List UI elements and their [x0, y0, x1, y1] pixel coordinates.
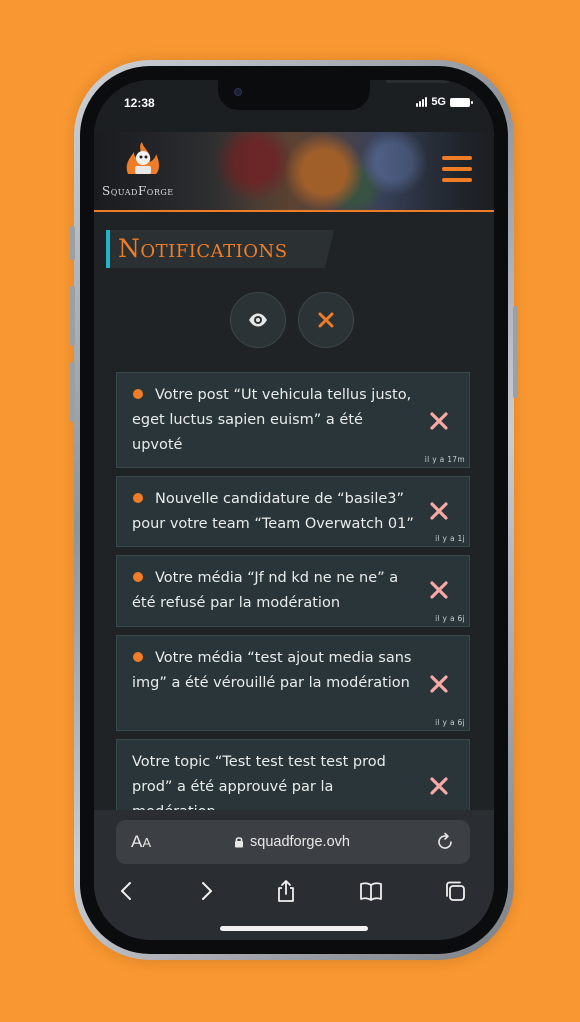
notification-message: Votre média “test ajout media sans img” …: [132, 650, 412, 691]
signal-icon: [416, 97, 428, 107]
menu-bar-icon: [442, 156, 472, 160]
eye-icon: [249, 313, 267, 327]
squadforge-logo-icon[interactable]: [122, 140, 164, 178]
front-camera: [234, 88, 242, 96]
back-icon[interactable]: [114, 878, 140, 904]
notch: [218, 80, 450, 110]
volume-down-button: [70, 362, 75, 422]
url-text: squadforge.ovh: [250, 834, 350, 850]
notification-card[interactable]: Votre topic “Test test test test prod pr…: [116, 739, 470, 810]
speaker: [386, 80, 450, 83]
menu-bar-icon: [442, 178, 472, 182]
notification-card[interactable]: Nouvelle candidature de “basile3” pour v…: [116, 476, 470, 547]
dismiss-notification-icon[interactable]: [427, 499, 451, 523]
notification-time: il y a 6j: [435, 614, 465, 623]
notification-card[interactable]: Votre média “Jf nd kd ne ne ne” a été re…: [116, 555, 470, 627]
clear-all-button[interactable]: [298, 292, 354, 348]
mark-all-read-button[interactable]: [230, 292, 286, 348]
hamburger-menu-button[interactable]: [442, 156, 472, 182]
unread-dot: [133, 572, 143, 582]
notification-text: Votre média “test ajout media sans img” …: [132, 646, 412, 696]
lock-icon: [235, 837, 243, 848]
notification-text: Votre média “Jf nd kd ne ne ne” a été re…: [132, 566, 416, 616]
dismiss-notification-icon[interactable]: [427, 672, 451, 696]
notification-card[interactable]: Votre média “test ajout media sans img” …: [116, 635, 470, 731]
notification-text: Votre post “Ut vehicula tellus justo, eg…: [132, 383, 416, 458]
menu-bar-icon: [442, 167, 472, 171]
notifications-page: Notifications Votre post “Ut vehicula te…: [94, 212, 494, 810]
notification-text: Nouvelle candidature de “basile3” pour v…: [132, 487, 422, 537]
dismiss-notification-icon[interactable]: [427, 409, 451, 433]
bookmarks-icon[interactable]: [358, 878, 384, 904]
unread-dot: [133, 389, 143, 399]
close-icon: [318, 312, 334, 328]
url-display[interactable]: squadforge.ovh: [234, 834, 350, 850]
unread-dot: [133, 652, 143, 662]
title-accent: [106, 230, 110, 268]
reader-settings-button[interactable]: AA: [131, 832, 151, 852]
dismiss-notification-icon[interactable]: [427, 774, 451, 798]
notification-card[interactable]: Votre post “Ut vehicula tellus justo, eg…: [116, 372, 470, 468]
reload-icon[interactable]: [434, 831, 456, 853]
notification-message: Nouvelle candidature de “basile3” pour v…: [132, 491, 414, 532]
battery-icon: [450, 97, 473, 107]
address-bar[interactable]: AA squadforge.ovh: [116, 820, 470, 864]
notification-time: il y a 6j: [435, 718, 465, 727]
network-type: 5G: [431, 96, 446, 108]
status-time: 12:38: [124, 96, 155, 110]
mute-switch: [70, 226, 75, 260]
browser-toolbar: AA squadforge.ovh: [94, 810, 494, 940]
notification-message: Votre post “Ut vehicula tellus justo, eg…: [132, 387, 412, 453]
logo-text: SquadForge: [102, 184, 174, 198]
page-title: Notifications: [118, 234, 288, 263]
phone-screen: 12:38 5G SquadForge Notifications Votre …: [94, 80, 494, 940]
notification-message: Votre topic “Test test test test prod pr…: [132, 754, 386, 810]
dismiss-notification-icon[interactable]: [427, 578, 451, 602]
forward-icon[interactable]: [193, 878, 219, 904]
volume-up-button: [70, 286, 75, 346]
notification-time: il y a 1j: [435, 534, 465, 543]
notification-text: Votre topic “Test test test test prod pr…: [132, 750, 402, 810]
notification-message: Votre média “Jf nd kd ne ne ne” a été re…: [132, 570, 399, 611]
notification-time: il y a 17m: [424, 455, 465, 464]
unread-dot: [133, 493, 143, 503]
tabs-icon[interactable]: [442, 878, 468, 904]
power-button: [513, 306, 518, 398]
status-indicators: 5G: [416, 96, 473, 108]
share-icon[interactable]: [273, 878, 299, 904]
home-indicator[interactable]: [220, 926, 368, 931]
